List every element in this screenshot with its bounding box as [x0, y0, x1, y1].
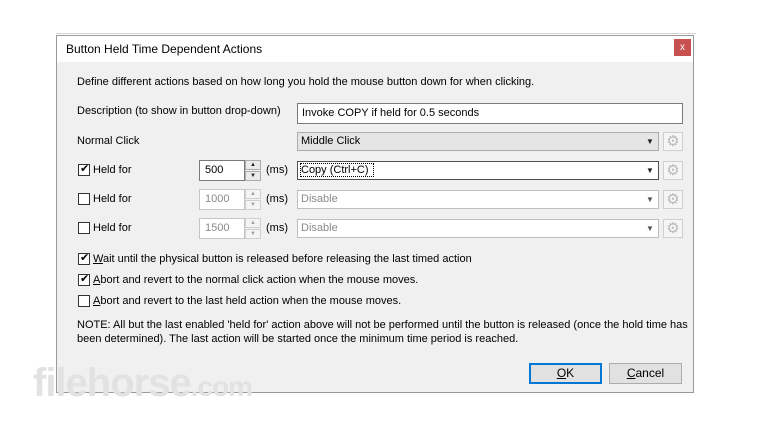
- held-for-2-unit: (ms): [266, 193, 288, 205]
- check-icon: ✔: [80, 163, 90, 175]
- watermark-logo: filehorse.com: [33, 361, 253, 405]
- chevron-down-icon: ▼: [646, 195, 654, 204]
- held-for-2-checkbox[interactable]: [78, 193, 90, 205]
- held-for-3-action-dropdown[interactable]: Disable ▼: [297, 219, 659, 238]
- dialog-window: Button Held Time Dependent Actions x Def…: [56, 35, 694, 393]
- spin-up-icon[interactable]: ▲: [245, 189, 261, 199]
- held-for-1-action: Copy (Ctrl+C): [300, 163, 374, 177]
- held-for-1-checkbox[interactable]: ✔: [78, 163, 90, 176]
- held-for-2-action-dropdown[interactable]: Disable ▼: [297, 190, 659, 209]
- spin-up-icon[interactable]: ▲: [245, 160, 261, 170]
- chevron-down-icon: ▼: [646, 224, 654, 233]
- held-for-3-checkbox[interactable]: [78, 222, 90, 234]
- held-for-2-spinner[interactable]: ▲ ▼: [245, 189, 261, 210]
- wait-release-label: Wait until the physical button is releas…: [93, 253, 472, 265]
- check-icon: ✔: [80, 252, 90, 264]
- normal-click-dropdown[interactable]: Middle Click ▼: [297, 132, 659, 151]
- chevron-down-icon: ▼: [646, 166, 654, 175]
- description-input[interactable]: Invoke COPY if held for 0.5 seconds: [297, 103, 683, 124]
- held-for-2-ms-input[interactable]: 1000: [199, 189, 245, 210]
- spin-down-icon[interactable]: ▼: [245, 229, 261, 239]
- gear-icon[interactable]: ⚙: [663, 190, 683, 209]
- held-for-3-spinner[interactable]: ▲ ▼: [245, 218, 261, 239]
- spin-down-icon[interactable]: ▼: [245, 171, 261, 181]
- normal-click-selected: Middle Click: [301, 135, 361, 147]
- abort-normal-checkbox[interactable]: ✔: [78, 273, 90, 286]
- held-for-1-action-dropdown[interactable]: Copy (Ctrl+C) ▼: [297, 161, 659, 180]
- held-for-3-ms-input[interactable]: 1500: [199, 218, 245, 239]
- close-button[interactable]: x: [674, 39, 691, 56]
- abort-last-held-checkbox[interactable]: [78, 295, 90, 307]
- chevron-down-icon: ▼: [646, 137, 654, 146]
- title-bar: Button Held Time Dependent Actions x: [57, 36, 693, 62]
- note-line-1: NOTE: All but the last enabled 'held for…: [77, 319, 688, 331]
- spin-up-icon[interactable]: ▲: [245, 218, 261, 228]
- held-for-1-ms-value: 500: [205, 164, 224, 176]
- note-line-2: been determined). The last action will b…: [77, 333, 519, 345]
- intro-text: Define different actions based on how lo…: [77, 76, 535, 88]
- description-label: Description (to show in button drop-down…: [77, 105, 281, 117]
- held-for-3-unit: (ms): [266, 222, 288, 234]
- held-for-3-ms-value: 1500: [205, 222, 230, 234]
- held-for-3-action: Disable: [301, 222, 338, 234]
- check-icon: ✔: [80, 273, 90, 285]
- gear-icon[interactable]: ⚙: [663, 161, 683, 180]
- gear-icon[interactable]: ⚙: [663, 132, 683, 151]
- held-for-3-label: Held for: [93, 222, 132, 234]
- abort-normal-label: Abort and revert to the normal click act…: [93, 274, 419, 286]
- abort-last-held-label: Abort and revert to the last held action…: [93, 295, 402, 307]
- held-for-1-spinner[interactable]: ▲ ▼: [245, 160, 261, 181]
- held-for-2-action: Disable: [301, 193, 338, 205]
- held-for-2-label: Held for: [93, 193, 132, 205]
- gear-icon[interactable]: ⚙: [663, 219, 683, 238]
- background-line: [56, 33, 696, 34]
- wait-release-checkbox[interactable]: ✔: [78, 252, 90, 265]
- cancel-button[interactable]: Cancel: [609, 363, 682, 384]
- held-for-1-label: Held for: [93, 164, 132, 176]
- spin-down-icon[interactable]: ▼: [245, 200, 261, 210]
- window-title: Button Held Time Dependent Actions: [66, 42, 263, 56]
- held-for-1-unit: (ms): [266, 164, 288, 176]
- ok-button[interactable]: OK: [529, 363, 602, 384]
- dialog-content: Define different actions based on how lo…: [57, 62, 693, 392]
- held-for-1-ms-input[interactable]: 500: [199, 160, 245, 181]
- close-icon: x: [680, 42, 685, 53]
- held-for-2-ms-value: 1000: [205, 193, 230, 205]
- description-value: Invoke COPY if held for 0.5 seconds: [302, 107, 480, 119]
- normal-click-label: Normal Click: [77, 135, 140, 147]
